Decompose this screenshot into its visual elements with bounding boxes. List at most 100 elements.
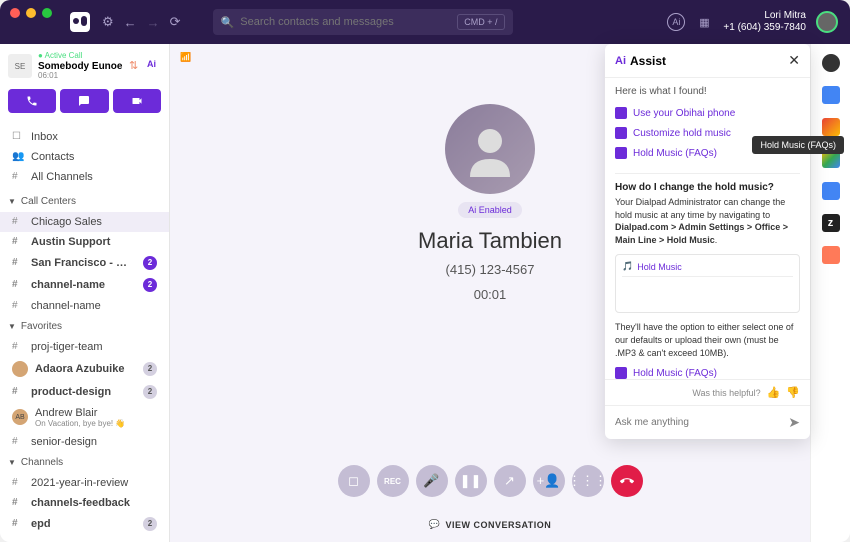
badge: 2 <box>143 517 157 531</box>
mute-button[interactable]: 🎤 <box>416 465 448 497</box>
hash-icon: # <box>12 279 24 290</box>
answer-question: How do I change the hold music? <box>615 182 800 193</box>
rail-calendar-icon[interactable] <box>822 86 840 104</box>
dialpad-button[interactable]: ⋮⋮⋮ <box>572 465 604 497</box>
forward-icon[interactable]: → <box>147 15 160 30</box>
item-label: channels-feedback <box>31 497 157 509</box>
back-icon[interactable]: ← <box>124 15 137 30</box>
close-icon[interactable]: ✕ <box>788 52 800 69</box>
ai-icon[interactable]: Ai <box>667 13 685 31</box>
user-name: Lori Mitra <box>723 10 806 22</box>
search-input[interactable] <box>240 16 451 28</box>
sidebar-item[interactable]: #San Francisco - Main2 <box>0 252 169 274</box>
view-conv-label: VIEW CONVERSATION <box>445 520 551 530</box>
hash-icon: # <box>12 216 24 227</box>
sidebar-item[interactable]: #channel-name <box>0 296 169 316</box>
video-button[interactable] <box>113 89 161 113</box>
call-timer: 00:01 <box>474 287 507 302</box>
sidebar-item[interactable]: # channel-name 2 <box>0 274 169 296</box>
rail-gmail-icon[interactable] <box>822 118 840 136</box>
rail-chat-icon[interactable] <box>822 182 840 200</box>
link-label: Hold Music (FAQs) <box>633 368 717 379</box>
rail-hubspot-icon[interactable] <box>822 246 840 264</box>
hash-icon: # <box>12 386 24 397</box>
send-icon[interactable]: ➤ <box>788 414 800 431</box>
hash-icon: # <box>12 497 24 508</box>
thumbs-up-icon[interactable]: 👍 <box>767 386 781 399</box>
add-participant-button[interactable]: +👤 <box>533 465 565 497</box>
gear-icon[interactable]: ⚙ <box>102 14 114 30</box>
search-bar[interactable]: 🔍 CMD + / <box>213 9 513 35</box>
maximize-window-icon[interactable] <box>42 8 52 18</box>
call-button[interactable] <box>8 89 56 113</box>
calendar-icon[interactable]: ▦ <box>695 13 713 31</box>
minimize-window-icon[interactable] <box>26 8 36 18</box>
doc-icon <box>615 367 627 379</box>
user-info[interactable]: Lori Mitra +1 (604) 359-7840 <box>723 10 806 34</box>
answer-link[interactable]: Hold Music (FAQs) <box>615 363 800 379</box>
sidebar-item[interactable]: #Austin Support <box>0 232 169 252</box>
chat-icon: 💬 <box>429 519 441 530</box>
section-call-centers[interactable]: ▼Call Centers <box>0 191 169 212</box>
nav-contacts[interactable]: 👥Contacts <box>0 147 169 167</box>
badge: 2 <box>143 278 157 292</box>
refresh-icon[interactable]: ⟳ <box>170 14 181 30</box>
end-call-button[interactable] <box>611 465 643 497</box>
message-button[interactable] <box>60 89 108 113</box>
avatar[interactable] <box>816 11 838 33</box>
topbar-right: Ai ▦ Lori Mitra +1 (604) 359-7840 <box>667 10 838 34</box>
assist-input[interactable] <box>615 417 782 428</box>
hash-icon: # <box>12 236 24 247</box>
item-label: Chicago Sales <box>31 216 157 228</box>
sidebar-item[interactable]: #proj-tiger-team <box>0 337 169 357</box>
sidebar-item[interactable]: # channels-feedback <box>0 493 169 513</box>
record-button[interactable]: REC <box>377 465 409 497</box>
sidebar-item[interactable]: # epd 2 <box>0 513 169 535</box>
hash-icon: # <box>12 518 24 529</box>
app-logo-icon[interactable] <box>70 12 90 32</box>
assist-input-row: ➤ <box>605 405 810 439</box>
assist-logo-icon: Ai <box>615 55 626 67</box>
ai-badge-icon[interactable]: Ai <box>147 59 161 73</box>
item-label: San Francisco - Main <box>31 257 136 269</box>
assist-result-link[interactable]: Use your Obihai phone <box>615 103 800 123</box>
hash-icon: # <box>12 257 24 268</box>
rail-profile-icon[interactable] <box>822 54 840 72</box>
section-channels[interactable]: ▼Channels <box>0 452 169 473</box>
nav-label: All Channels <box>31 171 93 183</box>
sidebar-item[interactable]: Adaora Azubuike2 <box>0 357 169 381</box>
rail-zendesk-icon[interactable]: z <box>822 214 840 232</box>
nav-inbox[interactable]: ☐Inbox <box>0 127 169 147</box>
assist-body: Here is what I found! Use your Obihai ph… <box>605 78 810 379</box>
item-label: epd <box>31 518 136 530</box>
ai-enabled-chip: Ai Enabled <box>458 202 522 218</box>
transfer-icon[interactable]: ⇅ <box>129 59 143 73</box>
active-call-avatar: SE <box>8 54 32 78</box>
close-window-icon[interactable] <box>10 8 20 18</box>
sidebar-item[interactable]: #product-design2 <box>0 381 169 403</box>
stop-button[interactable]: ◻ <box>338 465 370 497</box>
sidebar-item[interactable]: # Chicago Sales <box>0 212 169 232</box>
view-conversation-button[interactable]: 💬 VIEW CONVERSATION <box>429 519 552 530</box>
thumbs-down-icon[interactable]: 👎 <box>786 386 800 399</box>
transfer-button[interactable]: ↗ <box>494 465 526 497</box>
hold-button[interactable]: ❚❚ <box>455 465 487 497</box>
sidebar-item[interactable]: #2021-year-in-review <box>0 473 169 493</box>
active-call-card[interactable]: SE ● Active Call Somebody Eunoe 06:01 ⇅ … <box>0 44 169 89</box>
active-call-status: ● Active Call <box>38 52 123 61</box>
topbar: ⚙ ← → ⟳ 🔍 CMD + / Ai ▦ Lori Mitra +1 (60… <box>0 0 850 44</box>
doc-icon <box>615 147 627 159</box>
sidebar-item[interactable]: #senior-design <box>0 432 169 452</box>
badge: 2 <box>143 362 157 376</box>
item-label: channel-name <box>31 279 136 291</box>
section-favorites[interactable]: ▼Favorites <box>0 316 169 337</box>
inbox-icon: ☐ <box>12 131 24 142</box>
contacts-icon: 👥 <box>12 151 24 162</box>
nav-all-channels[interactable]: #All Channels <box>0 167 169 187</box>
active-call-time: 06:01 <box>38 72 123 81</box>
hash-icon: # <box>12 477 24 488</box>
call-number: (415) 123-4567 <box>446 262 535 277</box>
assist-header: Ai Assist ✕ <box>605 44 810 78</box>
sidebar-item[interactable]: ABAndrew BlairOn Vacation, bye bye! 👋 <box>0 403 169 432</box>
item-label: proj-tiger-team <box>31 341 157 353</box>
